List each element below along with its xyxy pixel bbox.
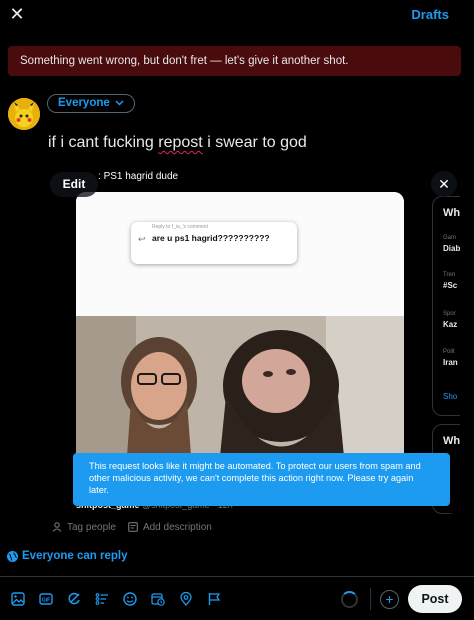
emoji-icon[interactable] [121,590,139,608]
tag-people-button[interactable]: Tag people [52,520,116,534]
post-text-part: i swear to god [202,134,307,151]
post-text-input[interactable]: if i cant fucking repost i swear to god [48,134,307,152]
top-bar: ✕ Drafts [0,0,474,30]
tiktok-card: ↩ Reply to f_ia_'s comment are u ps1 hag… [76,192,404,497]
comment-bubble: ↩ Reply to f_ia_'s comment are u ps1 hag… [131,222,297,264]
comment-icon: ↩ [138,234,146,244]
misspelled-word: repost [158,134,203,151]
location-icon[interactable] [177,590,195,608]
panel-row-big: Diab [443,244,460,253]
compose-toolbar: GIF [9,590,223,608]
comment-text: are u ps1 hagrid?????????? [152,233,270,243]
error-toast: This request looks like it might be auto… [73,453,450,506]
panel-row-small: Gam [443,235,457,241]
post-button[interactable]: Post [408,585,462,613]
drafts-button[interactable]: Drafts [411,7,449,22]
flag-icon[interactable] [205,590,223,608]
remove-media-icon[interactable]: ✕ [431,171,457,197]
poll-icon[interactable] [93,590,111,608]
panel-title: Wh [443,435,460,447]
audience-label: Everyone [58,97,110,109]
gif-icon[interactable]: GIF [37,590,55,608]
avatar-image [8,98,40,130]
media-author: : PS1 hagrid dude [98,171,179,182]
panel-row-big: Iran [443,358,458,367]
reply-setting-label: Everyone can reply [22,550,128,562]
media-actions: Tag people Add description [52,520,212,534]
reply-setting-button[interactable]: Everyone can reply [7,550,127,562]
panel-row-big: #Sc [443,281,458,290]
toolbar-separator [370,588,371,610]
image-icon[interactable] [9,590,27,608]
comment-meta: Reply to f_ia_'s comment [152,224,208,230]
panel-title: Wh [443,207,460,219]
person-icon [52,522,62,532]
edit-media-button[interactable]: Edit [50,172,98,197]
add-post-button[interactable]: + [380,590,399,609]
character-count-ring [341,591,358,608]
description-icon [128,522,138,532]
schedule-icon[interactable] [149,590,167,608]
panel-row-small: Spor [443,311,456,317]
avatar [8,98,40,130]
panel-row-small: Polit [443,349,455,355]
chevron-down-icon [115,95,124,112]
error-banner: Something went wrong, but don't fret — l… [8,46,461,76]
trends-panel: Wh Gam Diab Tren #Sc Spor Kaz Polit Iran… [432,196,460,416]
panel-link: Sho [443,392,458,401]
add-description-button[interactable]: Add description [128,520,212,534]
tiktok-header: ↩ Reply to f_ia_'s comment are u ps1 hag… [76,192,404,316]
globe-icon [7,550,18,562]
divider [0,576,474,577]
svg-text:GIF: GIF [42,597,50,603]
grok-icon[interactable] [65,590,83,608]
tag-people-label: Tag people [67,521,116,533]
audience-selector[interactable]: Everyone [47,94,135,113]
post-text-part: if i cant fucking [48,134,159,151]
add-description-label: Add description [142,521,212,533]
close-icon[interactable]: ✕ [8,4,26,24]
panel-row-big: Kaz [443,320,458,329]
panel-row-small: Tren [443,272,456,278]
